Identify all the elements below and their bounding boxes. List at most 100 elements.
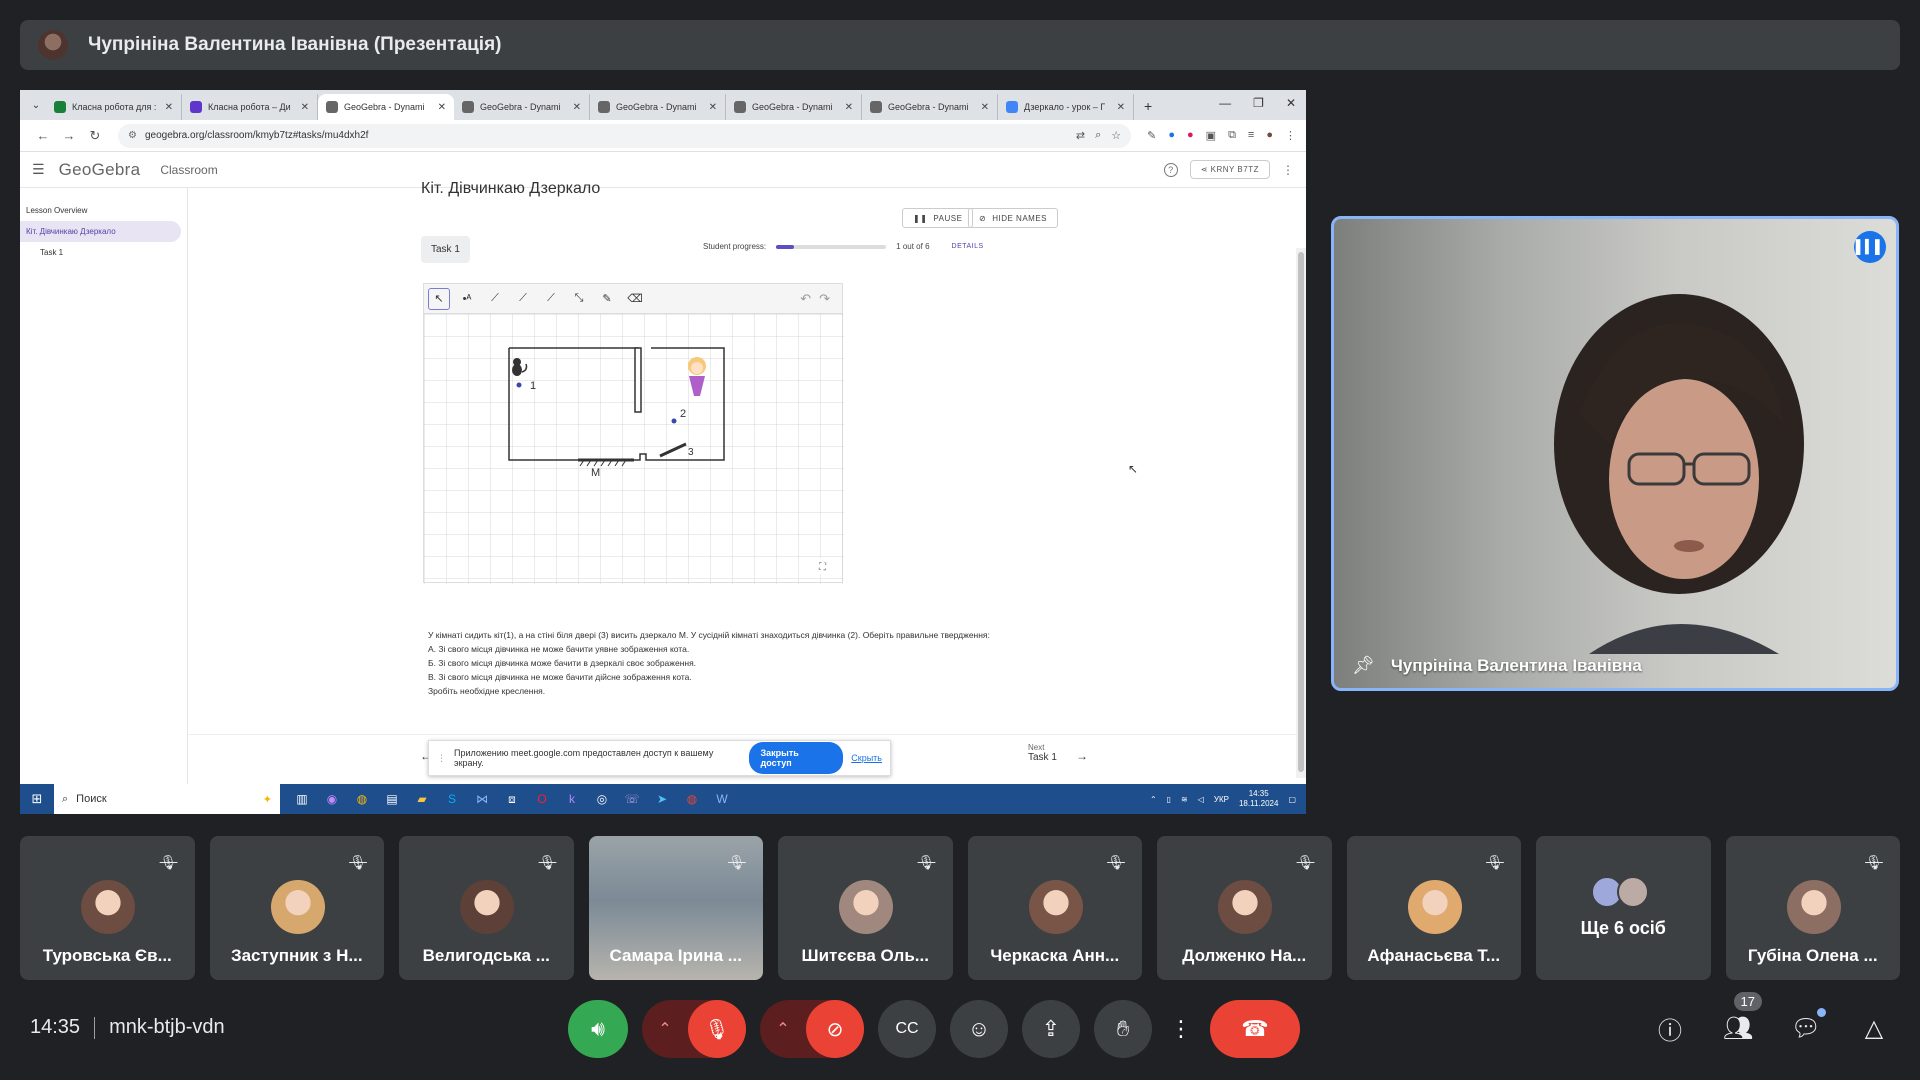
restore-icon[interactable]: ❐ [1253, 96, 1264, 110]
close-window-icon[interactable]: ✕ [1286, 96, 1296, 110]
meeting-details-button[interactable]: ⓘ [1654, 1012, 1686, 1045]
participant-tile[interactable]: 🎙︎ Шитєєва Оль... [778, 836, 953, 980]
drag-handle-icon[interactable]: ⋮ [437, 753, 446, 764]
pause-button[interactable]: ❚❚ PAUSE [902, 208, 974, 228]
pink-extension-icon[interactable]: ● [1187, 129, 1194, 142]
battery-icon[interactable]: ▯ [1167, 795, 1171, 804]
tray-chevron-icon[interactable]: ⌃ [1150, 795, 1157, 804]
participant-tile[interactable]: 🎙︎ Велигодська ... [399, 836, 574, 980]
participant-tile[interactable]: 🎙︎ Губіна Олена ... [1725, 836, 1900, 980]
leave-call-button[interactable]: ☎︎ [1210, 1000, 1300, 1058]
pen-tool-icon[interactable]: ✎ [596, 288, 618, 310]
k-app-icon[interactable]: k [564, 791, 580, 807]
more-options-button[interactable]: ⋮ [1166, 1000, 1196, 1058]
tab-close-icon[interactable]: ✕ [709, 102, 717, 113]
telegram-icon[interactable]: ➤ [654, 791, 670, 807]
task-view-icon[interactable]: ▥ [294, 791, 310, 807]
globe-app-icon[interactable]: ◎ [594, 791, 610, 807]
copilot-icon[interactable]: ◉ [324, 791, 340, 807]
browser-menu-icon[interactable]: ⋮ [1285, 129, 1296, 142]
forward-icon[interactable]: → [56, 128, 82, 143]
new-tab-icon[interactable]: + [1144, 98, 1152, 114]
move-tool-icon[interactable]: ↖ [428, 287, 450, 310]
tab-close-icon[interactable]: ✕ [573, 102, 581, 113]
taskbar-clock[interactable]: 14:35 18.11.2024 [1239, 789, 1278, 809]
next-task-link[interactable]: Next Task 1 [1028, 743, 1057, 763]
back-icon[interactable]: ← [30, 128, 56, 143]
participant-tile[interactable]: 🎙︎ Заступник з Н... [209, 836, 384, 980]
captions-button[interactable]: CC [878, 1000, 936, 1058]
tab-close-icon[interactable]: ✕ [438, 102, 446, 113]
browser-tab[interactable]: GeoGebra - Dynami ✕ [454, 94, 590, 120]
perpendicular-tool-icon[interactable]: ⤡ [568, 288, 590, 310]
browser-tab[interactable]: Дзеркало - урок – Г ✕ [998, 94, 1134, 120]
browser-tab[interactable]: GeoGebra - Dynami ✕ [318, 94, 454, 120]
media-icon[interactable]: ≡ [1248, 129, 1254, 142]
tab-close-icon[interactable]: ✕ [981, 102, 989, 113]
chrome-active-icon[interactable]: ◍ [684, 791, 700, 807]
bag-extension-icon[interactable]: ▣ [1206, 129, 1216, 142]
browser-tab[interactable]: Класна робота для : ✕ [46, 94, 182, 120]
notifications-icon[interactable]: ▢ [1288, 795, 1296, 804]
opera-icon[interactable]: O [534, 791, 550, 807]
tab-close-icon[interactable]: ✕ [165, 102, 173, 113]
geometry-canvas[interactable]: 1 2 3 M ⛶ [424, 314, 844, 584]
browser-tab[interactable]: GeoGebra - Dynami ✕ [590, 94, 726, 120]
hide-names-button[interactable]: ⊘ HIDE NAMES [968, 208, 1058, 228]
participant-tile[interactable]: 🎙︎ Афанасьєва Т... [1346, 836, 1521, 980]
visual-studio-icon[interactable]: ⋈ [474, 791, 490, 807]
sidebar-item-lesson[interactable]: Кіт. Дівчинкаю Дзеркало [20, 221, 181, 242]
line-tool-icon[interactable]: ⟋ [484, 288, 506, 310]
microphone-toggle-button[interactable]: 🎙︎ [688, 1000, 746, 1058]
viber-icon[interactable]: ☏ [624, 791, 640, 807]
file-explorer-icon[interactable]: ▰ [414, 791, 430, 807]
reactions-button[interactable]: ☺ [950, 1000, 1008, 1058]
browser-tab[interactable]: GeoGebra - Dynami ✕ [862, 94, 998, 120]
tab-close-icon[interactable]: ✕ [845, 102, 853, 113]
ray-tool-icon[interactable]: ⟋ [540, 288, 562, 310]
geogebra-applet[interactable]: ↖ •ᴬ ⟋ ⟋ ⟋ ⤡ ✎ ⌫ ↶ ↷ 1 2 3 M ⛶ [423, 283, 844, 584]
hamburger-menu-icon[interactable]: ☰ [32, 161, 45, 178]
pinned-participant-tile[interactable]: ▌▍▌ 📌︎ Чупрініна Валентина Іванівна [1331, 216, 1899, 691]
skype-icon[interactable]: S [444, 791, 460, 807]
sidebar-item-overview[interactable]: Lesson Overview [20, 200, 187, 221]
participant-tile[interactable]: 🎙︎ Черкаска Анн... [967, 836, 1142, 980]
windows-start-icon[interactable]: ⊞ [20, 784, 54, 814]
minimize-icon[interactable]: — [1219, 96, 1231, 110]
participant-tile[interactable]: 🎙︎ Самара Ірина ... [588, 836, 763, 980]
camera-options-chevron-icon[interactable]: ⌃ [760, 1000, 806, 1058]
network-app-icon[interactable]: ⧈ [504, 791, 520, 807]
people-button[interactable]: 👥︎ 17 [1722, 992, 1762, 1044]
activities-button[interactable]: △ [1858, 1012, 1890, 1044]
audio-output-button[interactable]: 🔊︎ [568, 1000, 628, 1058]
share-class-code-button[interactable]: ⋖ KRNY B7TZ [1189, 160, 1270, 179]
participant-tile[interactable]: 🎙︎ Туровська Єв... [20, 836, 195, 980]
next-arrow-icon[interactable]: → [1076, 749, 1088, 763]
tab-close-icon[interactable]: ✕ [301, 102, 309, 113]
details-link[interactable]: DETAILS [952, 243, 984, 250]
raise-hand-button[interactable]: ✋︎ [1094, 1000, 1152, 1058]
blue-extension-icon[interactable]: ● [1168, 129, 1175, 142]
point-2[interactable] [671, 418, 677, 424]
pen-extension-icon[interactable]: ✎ [1147, 129, 1156, 142]
reload-icon[interactable]: ↻ [82, 128, 108, 144]
participant-tile[interactable]: 🎙︎ Долженко На... [1157, 836, 1332, 980]
point-tool-icon[interactable]: •ᴬ [456, 288, 478, 310]
eraser-tool-icon[interactable]: ⌫ [624, 288, 646, 310]
point-1[interactable] [516, 382, 522, 388]
browser-tab[interactable]: Класна робота – Ди ✕ [182, 94, 318, 120]
tab-close-icon[interactable]: ✕ [1117, 102, 1125, 113]
chrome-icon[interactable]: ◍ [354, 791, 370, 807]
puzzle-extension-icon[interactable]: ⧉ [1228, 129, 1236, 142]
url-field[interactable]: ⚙ geogebra.org/classroom/kmyb7tz#tasks/m… [118, 123, 1132, 148]
sidebar-item-task[interactable]: Task 1 [20, 242, 187, 263]
meeting-code[interactable]: mnk-btjb-vdn [109, 1016, 225, 1039]
task-chip[interactable]: Task 1 [421, 236, 470, 263]
redo-icon[interactable]: ↷ [819, 291, 830, 307]
wifi-icon[interactable]: ≋ [1181, 795, 1188, 804]
stop-sharing-button[interactable]: Закрыть доступ [748, 742, 844, 774]
pin-icon[interactable]: 📌︎ [1352, 655, 1375, 676]
site-info-icon[interactable]: ⚙ [128, 130, 137, 141]
hide-notice-link[interactable]: Скрыть [851, 753, 882, 763]
geogebra-logo[interactable]: GeoGebra [59, 160, 141, 180]
